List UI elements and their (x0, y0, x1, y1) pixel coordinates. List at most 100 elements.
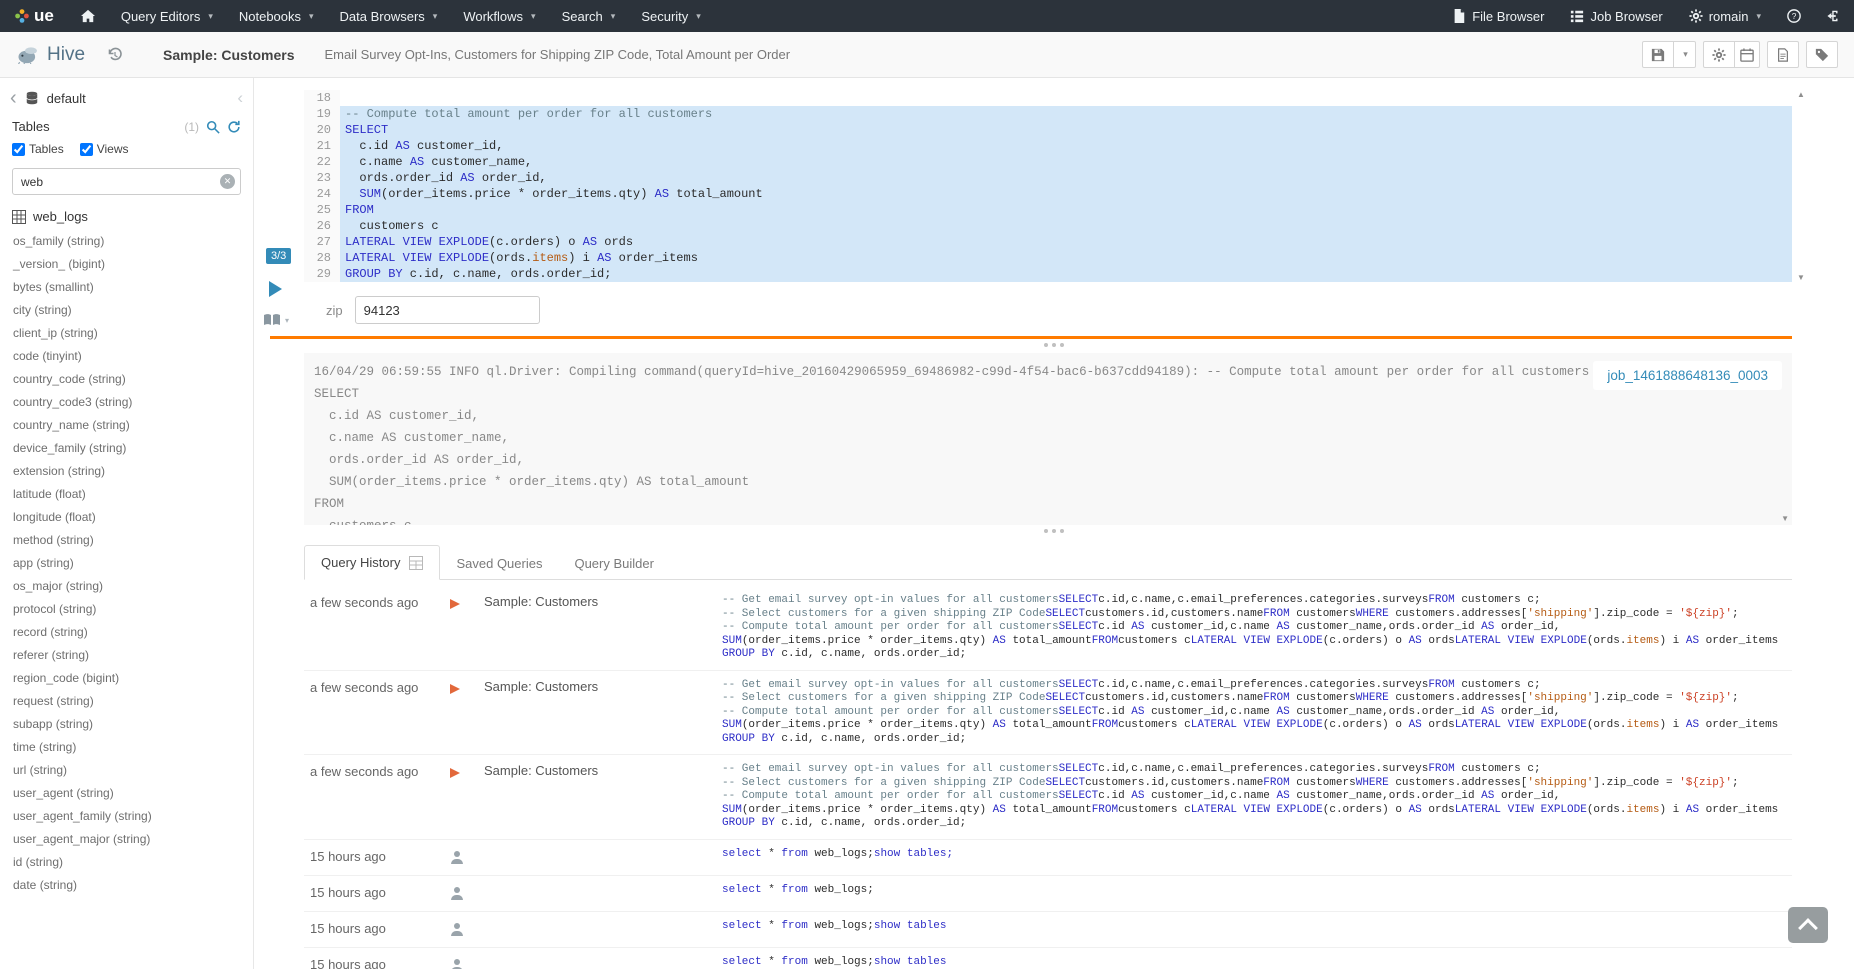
history-sql[interactable]: -- Get email survey opt-in values for al… (722, 594, 1786, 662)
save-options-button[interactable]: ▾ (1674, 41, 1696, 68)
code-line[interactable]: LATERAL VIEW EXPLODE(ords.items) i AS or… (340, 250, 1792, 266)
code-line[interactable]: SUM(order_items.price * order_items.qty)… (340, 186, 1792, 202)
code-line[interactable]: c.name AS customer_name, (340, 154, 1792, 170)
code-line[interactable]: ords.order_id AS order_id, (340, 170, 1792, 186)
recent-queries-button[interactable] (107, 47, 123, 63)
column-item[interactable]: referer (string) (0, 644, 253, 667)
column-item[interactable]: code (tinyint) (0, 345, 253, 368)
menu-security[interactable]: Security▾ (628, 0, 714, 32)
tags-button[interactable] (1806, 41, 1838, 68)
job-link[interactable]: job_1461888648136_0003 (1607, 368, 1768, 383)
column-item[interactable]: subapp (string) (0, 713, 253, 736)
code-line[interactable]: GROUP BY c.id, c.name, ords.order_id; (340, 266, 1792, 282)
back-chevron-icon[interactable]: ‹ (10, 90, 17, 106)
clear-icon[interactable]: ✕ (220, 174, 235, 189)
results-resize-handle[interactable] (254, 525, 1854, 537)
save-button[interactable] (1642, 41, 1674, 68)
tab-query-builder[interactable]: Query Builder (558, 547, 669, 580)
column-item[interactable]: device_family (string) (0, 437, 253, 460)
column-item[interactable]: latitude (float) (0, 483, 253, 506)
history-row[interactable]: 15 hours agoselect * from web_logs;show … (304, 948, 1792, 969)
column-item[interactable]: country_code (string) (0, 368, 253, 391)
menu-workflows[interactable]: Workflows▾ (450, 0, 548, 32)
code-line[interactable]: -- Compute total amount per order for al… (340, 106, 1792, 122)
column-item[interactable]: region_code (bigint) (0, 667, 253, 690)
scroll-down-icon[interactable]: ▼ (1797, 273, 1805, 282)
column-item[interactable]: client_ip (string) (0, 322, 253, 345)
file-browser-link[interactable]: File Browser (1439, 0, 1557, 32)
code-line[interactable]: customers c (340, 218, 1792, 234)
history-sql[interactable]: select * from web_logs;show tables (722, 956, 1786, 969)
history-row[interactable]: 15 hours agoselect * from web_logs;show … (304, 912, 1792, 948)
column-item[interactable]: _version_ (bigint) (0, 253, 253, 276)
history-sql[interactable]: select * from web_logs;show tables (722, 920, 1786, 934)
table-item-web-logs[interactable]: web_logs (0, 199, 253, 228)
logout-button[interactable] (1814, 0, 1854, 32)
tab-query-history[interactable]: Query History (304, 545, 440, 580)
editor-scrollbar[interactable]: ▲ ▼ (1795, 90, 1807, 282)
code-line[interactable]: FROM (340, 202, 1792, 218)
schedule-button[interactable] (1735, 41, 1760, 68)
scroll-up-icon[interactable]: ▲ (1797, 90, 1805, 99)
log-resize-handle[interactable] (254, 339, 1854, 351)
column-item[interactable]: os_major (string) (0, 575, 253, 598)
history-sql[interactable]: -- Get email survey opt-in values for al… (722, 763, 1786, 831)
column-item[interactable]: country_name (string) (0, 414, 253, 437)
history-sql[interactable]: -- Get email survey opt-in values for al… (722, 679, 1786, 747)
collapse-chevron-icon[interactable]: ‹ (237, 88, 243, 108)
column-item[interactable]: country_code3 (string) (0, 391, 253, 414)
column-item[interactable]: time (string) (0, 736, 253, 759)
column-item[interactable]: method (string) (0, 529, 253, 552)
history-row[interactable]: a few seconds agoSample: Customers-- Get… (304, 671, 1792, 756)
menu-notebooks[interactable]: Notebooks▾ (226, 0, 327, 32)
history-row[interactable]: 15 hours agoselect * from web_logs; (304, 876, 1792, 912)
column-item[interactable]: id (string) (0, 851, 253, 874)
code-line[interactable]: SELECT (340, 122, 1792, 138)
code-line[interactable]: LATERAL VIEW EXPLODE(c.orders) o AS ords (340, 234, 1792, 250)
menu-data-browsers[interactable]: Data Browsers▾ (327, 0, 451, 32)
column-item[interactable]: url (string) (0, 759, 253, 782)
tables-checkbox[interactable] (12, 143, 25, 156)
user-menu[interactable]: romain ▾ (1676, 0, 1774, 32)
menu-query-editors[interactable]: Query Editors▾ (108, 0, 226, 32)
column-item[interactable]: longitude (float) (0, 506, 253, 529)
code-line[interactable] (340, 90, 1792, 106)
column-item[interactable]: record (string) (0, 621, 253, 644)
settings-button[interactable] (1703, 41, 1735, 68)
table-filter-input[interactable] (12, 168, 241, 195)
refresh-button[interactable] (227, 120, 241, 134)
views-checkbox[interactable] (80, 143, 93, 156)
hue-logo[interactable]: ue (0, 0, 68, 32)
log-scroll-down-icon[interactable]: ▼ (1781, 514, 1789, 523)
sql-editor[interactable]: 181920212223242526272829 -- Compute tota… (304, 90, 1792, 282)
table-search-button[interactable] (206, 120, 220, 134)
home-button[interactable] (68, 0, 108, 32)
column-item[interactable]: date (string) (0, 874, 253, 897)
new-document-button[interactable] (1767, 41, 1799, 68)
editor-code[interactable]: -- Compute total amount per order for al… (340, 90, 1792, 282)
job-browser-link[interactable]: Job Browser (1557, 0, 1675, 32)
column-item[interactable]: user_agent_family (string) (0, 805, 253, 828)
help-button[interactable]: ? (1774, 0, 1814, 32)
history-row[interactable]: a few seconds agoSample: Customers-- Get… (304, 755, 1792, 840)
column-item[interactable]: user_agent (string) (0, 782, 253, 805)
history-row[interactable]: 15 hours agoselect * from web_logs;show … (304, 840, 1792, 876)
execute-button[interactable] (269, 281, 282, 297)
menu-search[interactable]: Search▾ (549, 0, 629, 32)
column-item[interactable]: extension (string) (0, 460, 253, 483)
scroll-to-top-button[interactable] (1788, 907, 1828, 943)
column-item[interactable]: request (string) (0, 690, 253, 713)
history-sql[interactable]: select * from web_logs;show tables; (722, 848, 1786, 862)
database-name[interactable]: default (47, 91, 86, 106)
column-item[interactable]: user_agent_major (string) (0, 828, 253, 851)
column-item[interactable]: protocol (string) (0, 598, 253, 621)
zip-variable-input[interactable] (355, 296, 540, 324)
column-item[interactable]: app (string) (0, 552, 253, 575)
history-row[interactable]: a few seconds agoSample: Customers-- Get… (304, 586, 1792, 671)
history-sql[interactable]: select * from web_logs; (722, 884, 1786, 898)
column-item[interactable]: bytes (smallint) (0, 276, 253, 299)
code-line[interactable]: c.id AS customer_id, (340, 138, 1792, 154)
column-item[interactable]: city (string) (0, 299, 253, 322)
hive-app-link[interactable]: Hive (16, 44, 85, 66)
assist-book-toggle[interactable]: ▾ (263, 313, 289, 327)
